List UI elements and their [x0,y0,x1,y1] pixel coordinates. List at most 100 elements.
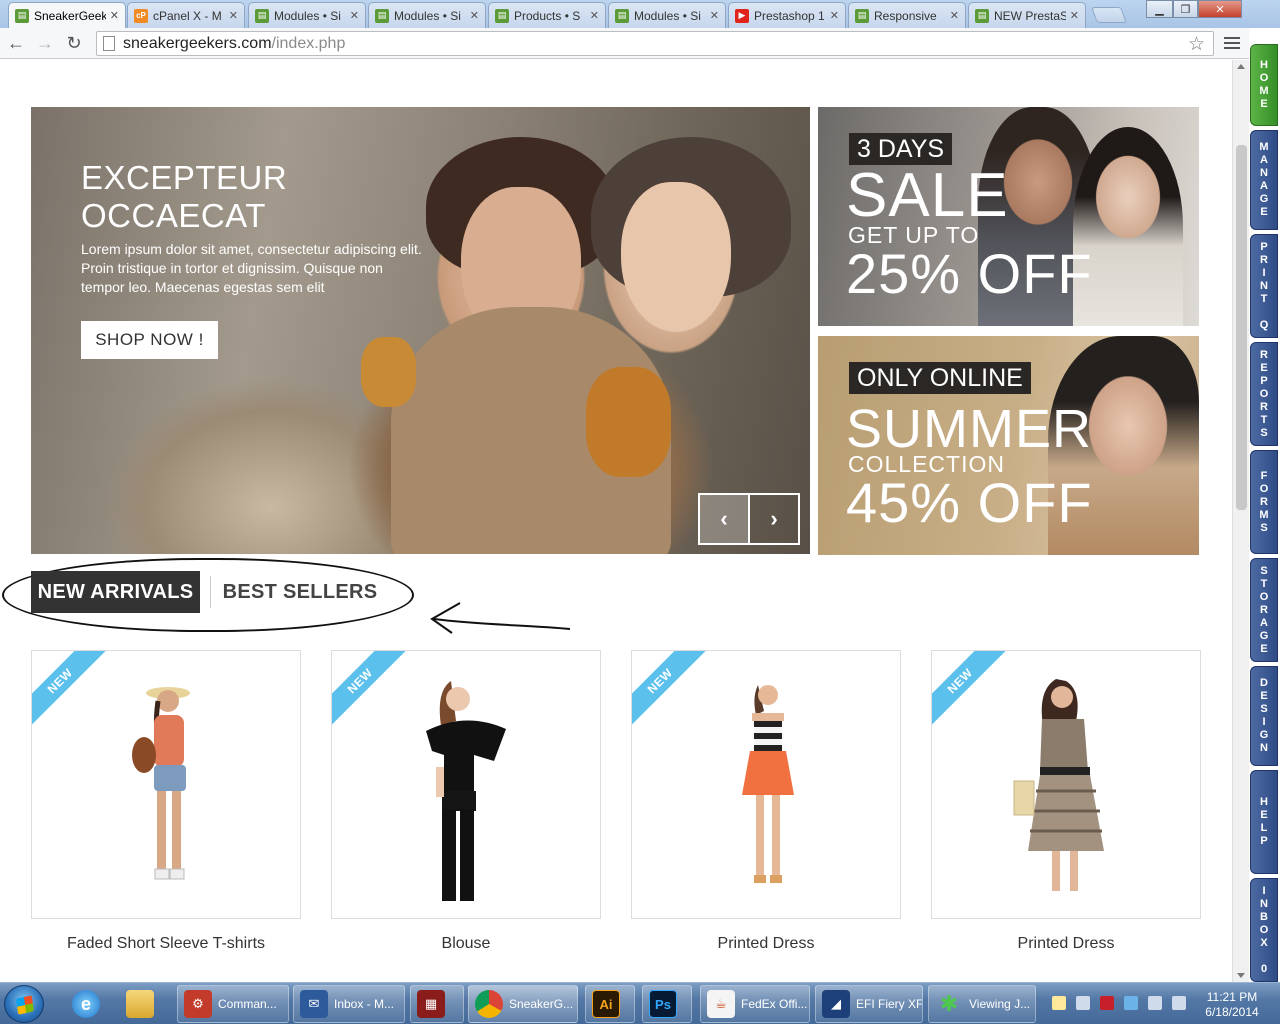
browser-tab-sneakergeek[interactable]: ▤ SneakerGeek ✕ [8,2,126,28]
taskbar-photoshop[interactable]: Ps [642,985,692,1023]
url-host: sneakergeekers.com [123,34,272,52]
close-icon[interactable]: ✕ [350,9,359,22]
forward-button[interactable]: → [33,32,57,54]
slider-next-button[interactable]: › [750,495,798,543]
scroll-up-icon[interactable] [1237,64,1245,69]
close-icon[interactable]: ✕ [710,9,719,22]
shop-now-button[interactable]: SHOP NOW ! [81,321,218,359]
admin-tab-letter: T [1260,292,1268,305]
taskbar-inbox[interactable]: ✉ Inbox - M... [293,985,405,1023]
product-image[interactable]: NEW [631,650,901,919]
browser-tab-products[interactable]: ▤ Products • S ✕ [488,2,606,28]
volume-icon[interactable] [1172,996,1186,1010]
admin-tab-forms[interactable]: FORMS [1250,450,1278,554]
taskbar-efi-fiery[interactable]: ◢ EFI Fiery XF [815,985,923,1023]
product-name[interactable]: Faded Short Sleeve T-shirts [31,935,301,953]
admin-tab-letter: T [1260,577,1268,590]
admin-tab-letter: H [1260,796,1268,808]
address-bar[interactable]: sneakergeekers.com/index.php ☆ [96,31,1214,56]
admin-tab-help[interactable]: HELP [1250,770,1278,874]
flag-icon[interactable] [1124,996,1138,1010]
taskbar-command[interactable]: ⚙ Comman... [177,985,289,1023]
monitor-icon[interactable] [1148,996,1162,1010]
admin-tab-reports[interactable]: REPORTS [1250,342,1278,446]
close-icon[interactable]: ✕ [470,9,479,22]
product-image[interactable]: NEW [331,650,601,919]
admin-tab-print-q[interactable]: PRINT Q [1250,234,1278,338]
admin-tab-letter: M [1259,85,1269,97]
new-badge: NEW [632,651,711,732]
browser-tab-cpanel[interactable]: cP cPanel X - M ✕ [127,2,245,28]
product-name[interactable]: Printed Dress [631,935,901,953]
prestashop-icon: ▤ [255,8,269,23]
admin-tab-letter [1262,950,1265,963]
admin-tab-design[interactable]: DESIGN [1250,666,1278,766]
window-close-button[interactable]: ✕ [1198,0,1242,18]
minimize-button[interactable]: ▁ [1146,0,1173,18]
taskbar-illustrator[interactable]: Ai [585,985,635,1023]
product-image[interactable]: NEW [931,650,1201,919]
reload-button[interactable]: ↻ [62,32,86,54]
close-icon[interactable]: ✕ [590,9,599,22]
taskbar-app[interactable]: ▦ [410,985,464,1023]
close-icon[interactable]: ✕ [110,9,119,22]
close-icon[interactable]: ✕ [1070,9,1079,22]
browser-tab-modules-2[interactable]: ▤ Modules • Si ✕ [368,2,486,28]
lightbulb-icon[interactable] [1052,996,1066,1010]
close-icon[interactable]: ✕ [950,9,959,22]
close-icon[interactable]: ✕ [229,9,238,22]
back-button[interactable]: ← [4,32,28,54]
page-scrollbar[interactable] [1232,60,1249,982]
shield-icon[interactable] [1100,996,1114,1010]
admin-tab-home[interactable]: HOME [1250,44,1278,126]
browser-tab-prestashop-video[interactable]: ▶ Prestashop 1 ✕ [728,2,846,28]
slider-nav: ‹ › [698,493,800,545]
browser-tab-responsive[interactable]: ▤ Responsive ✕ [848,2,966,28]
thunderbird-icon: ✉ [300,990,328,1018]
close-icon[interactable]: ✕ [830,9,839,22]
taskbar-label: EFI Fiery XF [856,997,923,1011]
start-button[interactable] [4,985,44,1023]
sale-banner[interactable]: 3 DAYS SALE GET UP TO 25% OFF [818,107,1199,326]
slider-prev-button[interactable]: ‹ [700,495,750,543]
taskbar-fedex[interactable]: ☕ FedEx Offi... [700,985,810,1023]
network-icon[interactable] [1076,996,1090,1010]
tab-best-sellers[interactable]: BEST SELLERS [220,571,380,613]
product-name[interactable]: Blouse [331,935,601,953]
prestashop-icon: ▤ [615,8,629,23]
system-clock[interactable]: 11:21 PM 6/18/2014 [1196,990,1268,1020]
admin-tab-letter: R [1260,348,1268,361]
bookmark-star-icon[interactable]: ☆ [1188,33,1205,56]
product-card[interactable]: NEW Blouse [331,650,601,953]
admin-tab-letter: R [1260,253,1268,266]
chrome-menu-button[interactable] [1222,34,1242,52]
product-card[interactable]: NEW Faded Short Sleeve T-shirts [31,650,301,953]
product-card[interactable]: NEW Printed Dress [931,650,1201,953]
admin-sidebar: HOME MANAGE PRINT Q REPORTS FORMS STORAG… [1249,44,1280,982]
new-tab-button[interactable] [1091,7,1127,23]
admin-tab-manage[interactable]: MANAGE [1250,130,1278,230]
admin-tab-letter: N [1260,897,1268,910]
taskbar-ie[interactable]: e [66,985,112,1023]
product-image[interactable]: NEW [31,650,301,919]
page-viewport: EXCEPTEUR OCCAECAT Lorem ipsum dolor sit… [0,60,1232,982]
browser-tab-modules-3[interactable]: ▤ Modules • Si ✕ [608,2,726,28]
tab-new-arrivals[interactable]: NEW ARRIVALS [31,571,200,613]
scroll-down-icon[interactable] [1237,973,1245,978]
scrollbar-thumb[interactable] [1236,145,1247,510]
hero-slider[interactable]: EXCEPTEUR OCCAECAT Lorem ipsum dolor sit… [31,107,810,554]
taskbar-label: SneakerG... [509,997,574,1011]
browser-tab-new-prestashop[interactable]: ▤ NEW PrestaS ✕ [968,2,1086,28]
taskbar-explorer[interactable] [120,985,166,1023]
page-icon [103,36,115,51]
admin-tab-letter: E [1260,361,1268,374]
product-name[interactable]: Printed Dress [931,935,1201,953]
summer-banner[interactable]: ONLY ONLINE SUMMER COLLECTION 45% OFF [818,336,1199,555]
admin-tab-inbox[interactable]: INBOX 0 [1250,878,1278,982]
taskbar-viewer[interactable]: ✱ Viewing J... [928,985,1036,1023]
browser-tab-modules-1[interactable]: ▤ Modules • Si ✕ [248,2,366,28]
product-card[interactable]: NEW Printed Dress [631,650,901,953]
admin-tab-storage[interactable]: STORAGE [1250,558,1278,662]
maximize-button[interactable]: ❐ [1173,0,1198,18]
taskbar-chrome[interactable]: SneakerG... [468,985,578,1023]
